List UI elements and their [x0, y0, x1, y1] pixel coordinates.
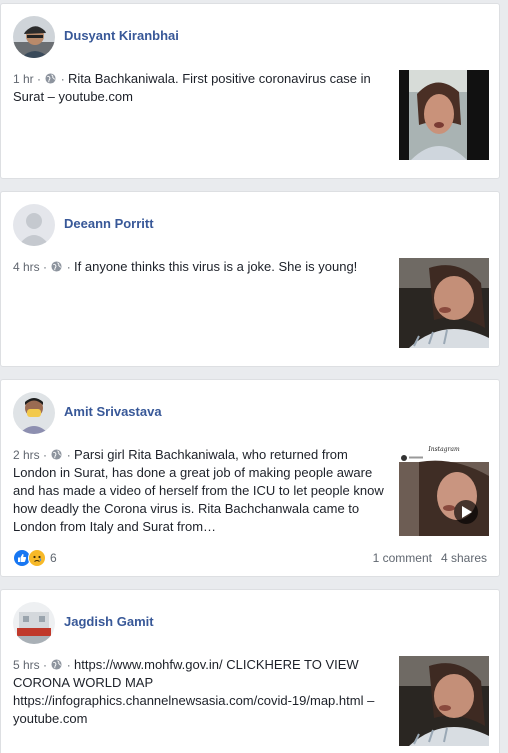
- reactions-summary[interactable]: 6: [13, 548, 57, 568]
- share-count-link[interactable]: 4 shares: [441, 551, 487, 565]
- author-name[interactable]: Deeann Porritt: [64, 216, 154, 231]
- news-feed: Dusyant Kiranbhai 1 hr · · Rita Bachkani…: [0, 0, 508, 753]
- separator: ·: [57, 72, 69, 86]
- post-text: 5 hrs · · https://www.mohfw.gov.in/ CLIC…: [13, 656, 385, 728]
- thumb-caption: Instagram: [427, 446, 460, 453]
- globe-icon: [45, 73, 56, 84]
- globe-icon: [51, 659, 62, 670]
- post-timestamp[interactable]: 5 hrs: [13, 658, 40, 672]
- post-card: Amit Srivastava 2 hrs · · Parsi girl Rit…: [0, 379, 500, 577]
- post-timestamp[interactable]: 2 hrs: [13, 448, 40, 462]
- author-name[interactable]: Amit Srivastava: [64, 404, 162, 419]
- post-footer: 6 1 comment 4 shares: [13, 548, 487, 568]
- engagement-counts: 1 comment 4 shares: [373, 548, 487, 568]
- reaction-count: 6: [50, 551, 57, 565]
- post-timestamp[interactable]: 1 hr: [13, 72, 34, 86]
- comment-count-link[interactable]: 1 comment: [373, 551, 432, 565]
- post-body: If anyone thinks this virus is a joke. S…: [74, 259, 358, 274]
- separator: ·: [39, 658, 51, 672]
- post-text: 1 hr · · Rita Bachkaniwala. First positi…: [13, 70, 385, 106]
- separator: ·: [33, 72, 45, 86]
- video-thumbnail-image: Instagram: [399, 446, 489, 536]
- globe-icon: [51, 449, 62, 460]
- globe-icon: [51, 261, 62, 272]
- video-thumbnail-image: [399, 70, 489, 160]
- author-avatar[interactable]: [13, 204, 55, 246]
- video-thumbnail[interactable]: [399, 656, 489, 746]
- author-name[interactable]: Jagdish Gamit: [64, 614, 154, 629]
- video-thumbnail-image: [399, 656, 489, 746]
- sad-icon: [28, 549, 46, 567]
- author-avatar[interactable]: [13, 392, 55, 434]
- video-thumbnail-image: [399, 258, 489, 348]
- author-name[interactable]: Dusyant Kiranbhai: [64, 28, 179, 43]
- instagram-video-thumbnail[interactable]: Instagram: [399, 446, 489, 536]
- author-avatar[interactable]: [13, 602, 55, 644]
- post-card: Dusyant Kiranbhai 1 hr · · Rita Bachkani…: [0, 3, 500, 179]
- separator: ·: [63, 260, 75, 274]
- avatar-man-mask-icon: [13, 392, 55, 434]
- avatar-default-icon: [13, 204, 55, 246]
- post-card: Jagdish Gamit 5 hrs · · https://www.mohf…: [0, 589, 500, 753]
- avatar-building-icon: [13, 602, 55, 644]
- separator: ·: [39, 448, 51, 462]
- post-timestamp[interactable]: 4 hrs: [13, 260, 40, 274]
- post-text: 4 hrs · · If anyone thinks this virus is…: [13, 258, 385, 276]
- separator: ·: [39, 260, 51, 274]
- avatar-man-cap-icon: [13, 16, 55, 58]
- separator: ·: [63, 448, 75, 462]
- video-thumbnail[interactable]: [399, 258, 489, 348]
- video-thumbnail[interactable]: [399, 70, 489, 160]
- separator: ·: [63, 658, 75, 672]
- post-card: Deeann Porritt 4 hrs · · If anyone think…: [0, 191, 500, 367]
- author-avatar[interactable]: [13, 16, 55, 58]
- post-text: 2 hrs · · Parsi girl Rita Bachkaniwala, …: [13, 446, 385, 536]
